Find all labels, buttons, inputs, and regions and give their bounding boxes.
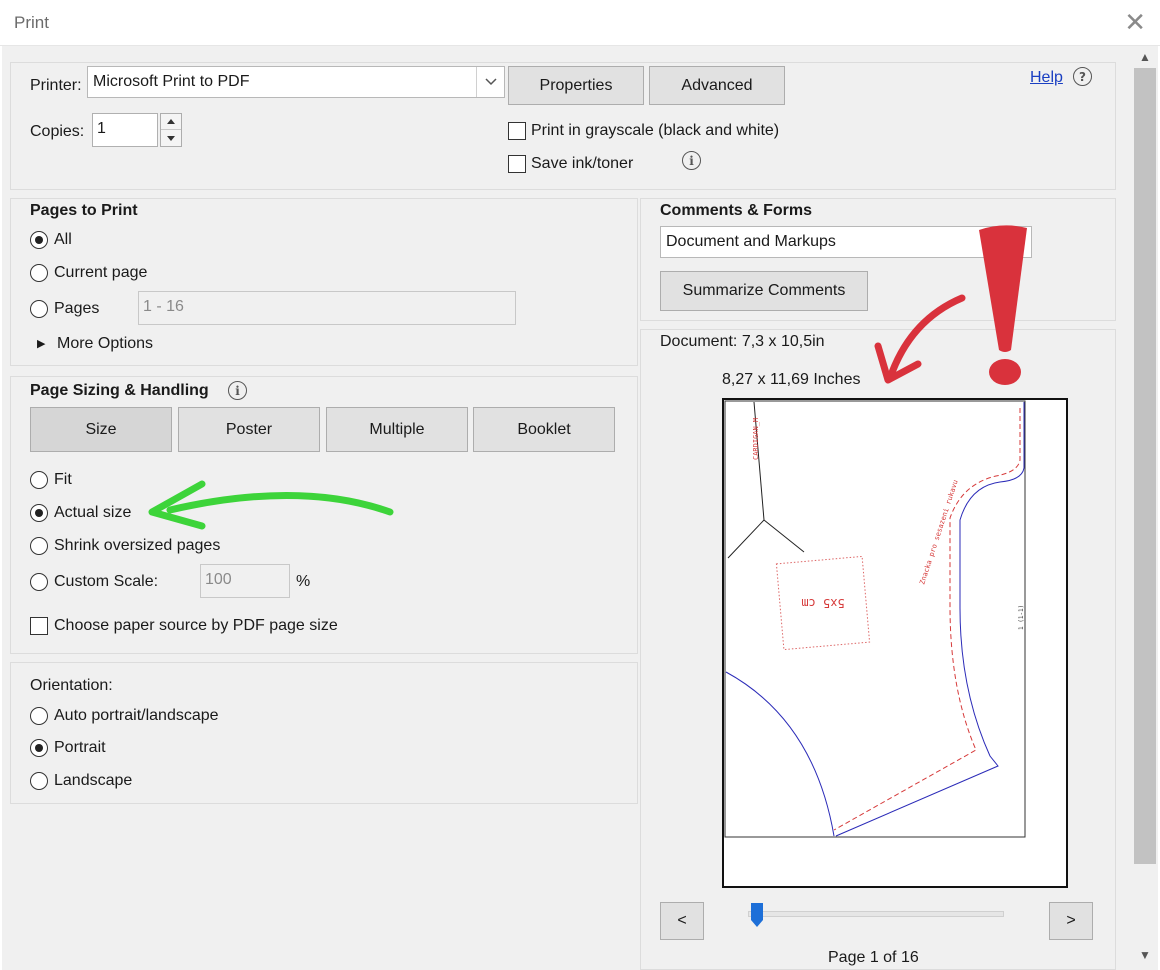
custom-scale-unit: % xyxy=(296,573,311,590)
radio-auto-orientation[interactable] xyxy=(30,707,48,725)
scroll-down-icon[interactable]: ▼ xyxy=(1139,948,1151,962)
printer-select[interactable]: Microsoft Print to PDF xyxy=(87,66,505,98)
document-size-label: Document: 7,3 x 10,5in xyxy=(660,333,825,350)
page-indicator: Page 1 of 16 xyxy=(828,949,919,966)
tab-size[interactable]: Size xyxy=(30,407,172,452)
info-icon[interactable]: i xyxy=(682,151,701,170)
pages-range-placeholder: 1 - 16 xyxy=(143,298,184,315)
comments-forms-heading: Comments & Forms xyxy=(660,202,813,219)
chevron-down-icon[interactable] xyxy=(476,67,504,97)
paper-size-label: 8,27 x 11,69 Inches xyxy=(722,371,861,388)
radio-landscape-label: Landscape xyxy=(54,772,133,789)
radio-all[interactable] xyxy=(30,231,48,249)
summarize-comments-button[interactable]: Summarize Comments xyxy=(660,271,868,311)
triangle-right-icon[interactable]: ▶ xyxy=(37,337,45,350)
radio-all-label: All xyxy=(54,231,72,248)
page-slider-track[interactable] xyxy=(748,911,1004,917)
pattern-label-sleeve-mark: Znacka pro sesazeni rukavu xyxy=(918,479,959,586)
copies-label: Copies: xyxy=(30,123,85,140)
custom-scale-value: 100 xyxy=(205,571,232,588)
page-sizing-heading: Page Sizing & Handling xyxy=(30,382,209,399)
stepper-up-icon[interactable] xyxy=(161,114,181,130)
radio-actual-size-label: Actual size xyxy=(54,504,132,521)
radio-pages[interactable] xyxy=(30,300,48,318)
radio-fit[interactable] xyxy=(30,471,48,489)
radio-custom-scale[interactable] xyxy=(30,573,48,591)
save-ink-label: Save ink/toner xyxy=(531,155,634,172)
close-icon[interactable]: ✕ xyxy=(1124,8,1146,36)
tab-poster[interactable]: Poster xyxy=(178,407,320,452)
radio-current-page-label: Current page xyxy=(54,264,148,281)
pattern-drawing: 5x5 cm CARDIGAN_M Znacka pro sesazeni ru… xyxy=(724,400,1026,838)
grayscale-checkbox[interactable] xyxy=(508,122,526,140)
printer-label: Printer: xyxy=(30,77,82,94)
chevron-down-icon[interactable] xyxy=(1003,227,1031,257)
help-icon[interactable]: ? xyxy=(1073,67,1092,86)
stepper-down-icon[interactable] xyxy=(161,130,181,146)
radio-shrink-oversized[interactable] xyxy=(30,537,48,555)
advanced-button[interactable]: Advanced xyxy=(649,66,785,105)
copies-input[interactable]: 1 xyxy=(92,113,158,147)
save-ink-checkbox[interactable] xyxy=(508,155,526,173)
pattern-label-cardigan: CARDIGAN_M xyxy=(752,418,760,460)
custom-scale-input[interactable]: 100 xyxy=(200,564,290,598)
radio-current-page[interactable] xyxy=(30,264,48,282)
radio-fit-label: Fit xyxy=(54,471,72,488)
radio-actual-size[interactable] xyxy=(30,504,48,522)
title-bar: Print ✕ xyxy=(0,0,1160,46)
tab-multiple[interactable]: Multiple xyxy=(326,407,468,452)
page-slider-thumb[interactable] xyxy=(750,902,764,928)
more-options-link[interactable]: More Options xyxy=(57,335,153,353)
copies-value: 1 xyxy=(97,120,106,137)
radio-shrink-oversized-label: Shrink oversized pages xyxy=(54,537,221,554)
paper-source-label: Choose paper source by PDF page size xyxy=(54,617,338,634)
tab-booklet[interactable]: Booklet xyxy=(473,407,615,452)
comments-select-value: Document and Markups xyxy=(666,233,836,250)
radio-pages-label: Pages xyxy=(54,300,100,317)
radio-auto-orientation-label: Auto portrait/landscape xyxy=(54,707,219,724)
preview-page: 5x5 cm CARDIGAN_M Znacka pro sesazeni ru… xyxy=(722,398,1068,888)
scroll-up-icon[interactable]: ▲ xyxy=(1139,50,1151,64)
radio-custom-scale-label: Custom Scale: xyxy=(54,573,159,590)
help-link[interactable]: Help xyxy=(1030,69,1063,87)
window-title: Print xyxy=(14,13,49,32)
pages-to-print-heading: Pages to Print xyxy=(30,202,138,219)
radio-portrait-label: Portrait xyxy=(54,739,106,756)
pages-range-input[interactable]: 1 - 16 xyxy=(138,291,516,325)
scrollbar-thumb[interactable] xyxy=(1134,68,1156,864)
orientation-heading: Orientation: xyxy=(30,677,113,694)
grayscale-label: Print in grayscale (black and white) xyxy=(531,122,780,139)
radio-landscape[interactable] xyxy=(30,772,48,790)
radio-portrait[interactable] xyxy=(30,739,48,757)
properties-button[interactable]: Properties xyxy=(508,66,644,105)
prev-page-button[interactable]: < xyxy=(660,902,704,940)
copies-stepper[interactable] xyxy=(160,113,182,147)
comments-select[interactable]: Document and Markups xyxy=(660,226,1032,258)
next-page-button[interactable]: > xyxy=(1049,902,1093,940)
vertical-scrollbar[interactable]: ▲ ▼ xyxy=(1132,46,1158,970)
printer-select-value: Microsoft Print to PDF xyxy=(93,73,250,90)
info-icon[interactable]: i xyxy=(228,381,247,400)
pattern-label-size: 5x5 cm xyxy=(801,596,844,610)
paper-source-checkbox[interactable] xyxy=(30,617,48,635)
pattern-label-piece: 1 (1-1) xyxy=(1018,605,1025,630)
